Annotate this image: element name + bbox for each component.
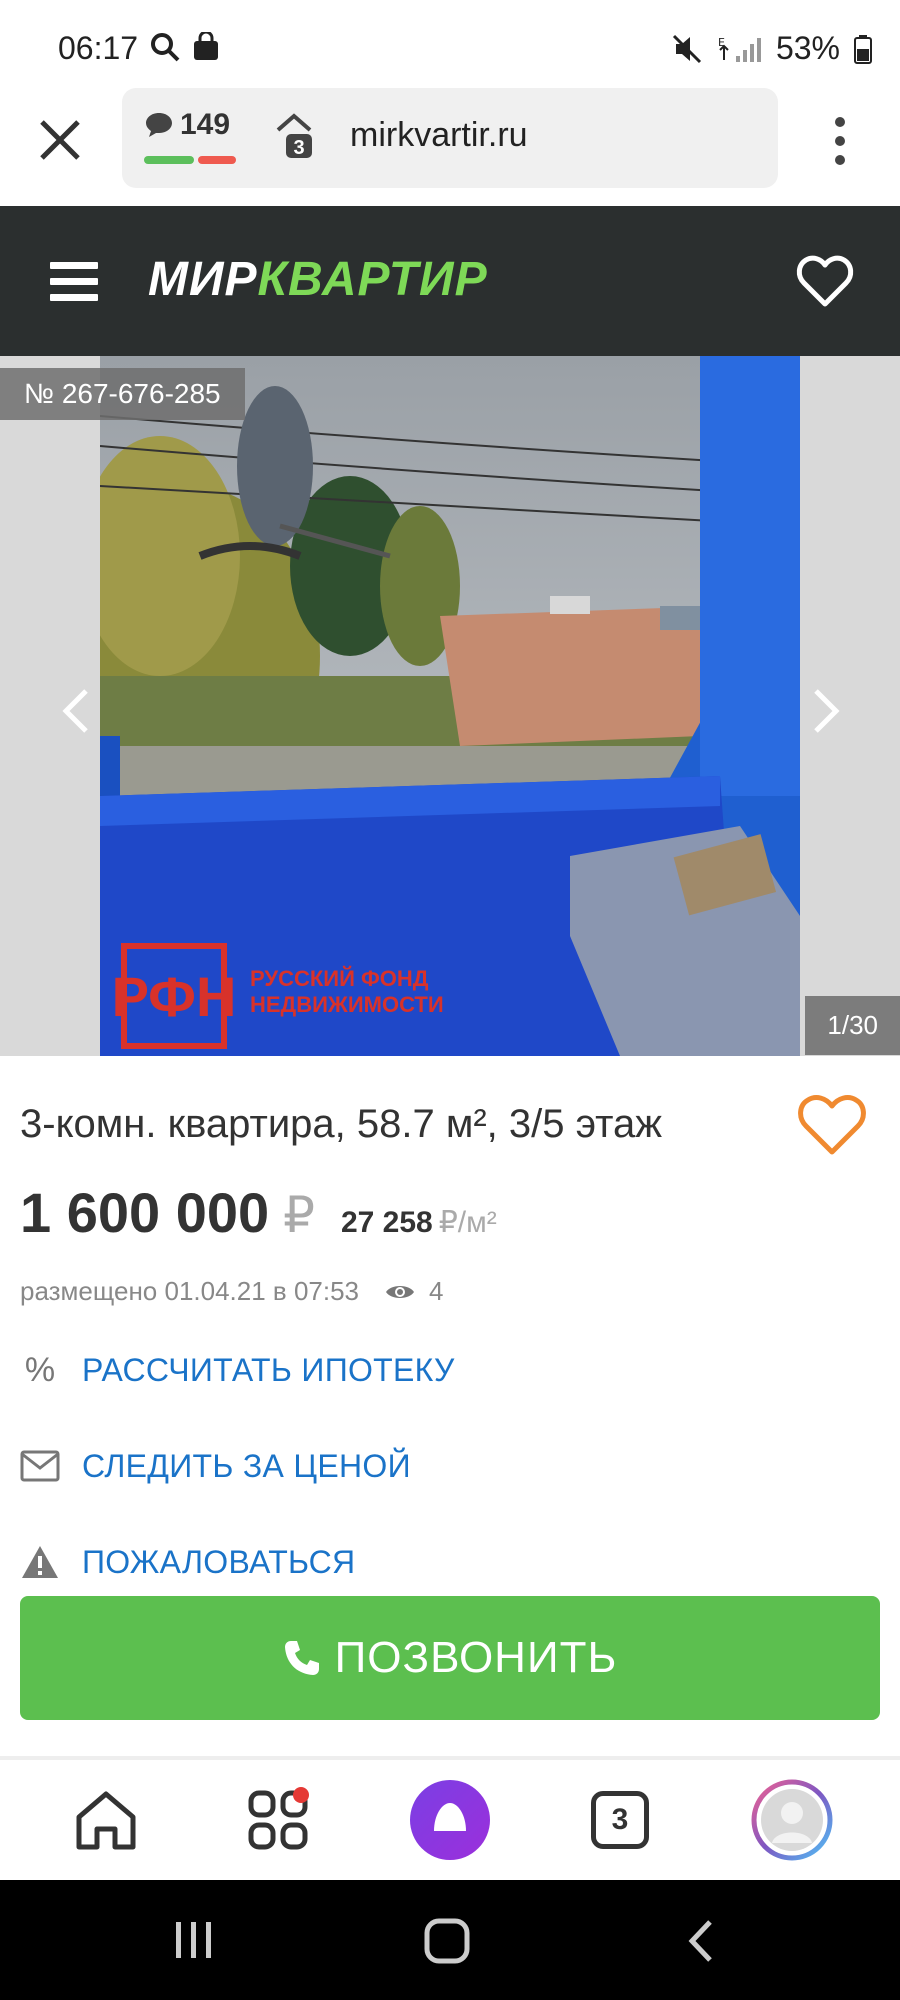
- favorite-heart-icon[interactable]: [796, 1092, 868, 1158]
- tabs-icon: 3: [591, 1791, 649, 1849]
- apps-icon: [248, 1787, 309, 1850]
- svg-text:РУССКИЙ ФОНД: РУССКИЙ ФОНД: [250, 966, 429, 991]
- menu-icon[interactable]: [50, 262, 100, 302]
- report-link[interactable]: ПОЖАЛОВАТЬСЯ: [20, 1542, 355, 1582]
- listing-photo[interactable]: РФН РУССКИЙ ФОНД НЕДВИЖИМОСТИ: [100, 356, 800, 1056]
- price-per-m-unit: ₽/м²: [438, 1206, 497, 1239]
- posted-info: размещено 01.04.21 в 07:53 4: [20, 1276, 443, 1307]
- status-time: 06:17: [58, 30, 139, 66]
- currency: ₽: [283, 1187, 315, 1243]
- listing-title: 3-комн. квартира, 58.7 м², 3/5 этаж: [20, 1102, 663, 1146]
- price-row: 1 600 000 ₽ 27 258 ₽/м²: [20, 1180, 497, 1245]
- nav-alice[interactable]: [408, 1778, 492, 1862]
- listing-id: № 267-676-285: [0, 368, 245, 420]
- svg-text:РФН: РФН: [112, 965, 237, 1028]
- more-icon[interactable]: [828, 116, 852, 166]
- comments-count: 149: [180, 108, 231, 141]
- phone-icon: [284, 1641, 319, 1675]
- call-label: ПОЗВОНИТЬ: [334, 1633, 618, 1682]
- percent-icon: %: [24, 1350, 56, 1389]
- close-icon[interactable]: [36, 116, 84, 164]
- status-bar: 06:17 E 53%: [0, 0, 900, 88]
- price: 1 600 000: [20, 1181, 270, 1244]
- warning-icon: [22, 1546, 58, 1578]
- price-per-m: 27 258: [340, 1206, 433, 1239]
- mail-icon: [20, 1450, 60, 1482]
- nav-profile[interactable]: [750, 1778, 834, 1862]
- posted-date: размещено 01.04.21 в 07:53: [20, 1276, 360, 1306]
- nav-home[interactable]: [64, 1778, 148, 1862]
- chat-icon: [146, 113, 172, 137]
- home-icon: [76, 1791, 136, 1850]
- url-text[interactable]: mirkvartir.ru: [350, 116, 528, 155]
- profile-icon: [751, 1779, 833, 1861]
- tabs-badge: 3: [293, 137, 304, 159]
- photo-gallery[interactable]: РФН РУССКИЙ ФОНД НЕДВИЖИМОСТИ № 267-676-…: [0, 356, 900, 1056]
- heart-icon[interactable]: [796, 254, 854, 308]
- logo-part2: КВАРТИР: [257, 253, 488, 306]
- shield-icon[interactable]: 3: [272, 112, 316, 162]
- system-nav-bar: [0, 1880, 900, 2000]
- rating-bar: [144, 156, 236, 164]
- signal-icon: E: [718, 36, 761, 62]
- address-bar[interactable]: 149 3 mirkvartir.ru: [122, 88, 778, 188]
- chevron-left-icon[interactable]: [56, 686, 96, 736]
- call-button[interactable]: ПОЗВОНИТЬ: [20, 1596, 880, 1720]
- track-price-link[interactable]: СЛЕДИТЬ ЗА ЦЕНОЙ: [20, 1446, 411, 1486]
- browser-bar: 149 3 mirkvartir.ru: [0, 88, 900, 206]
- search-icon: [151, 33, 180, 62]
- home-system-icon[interactable]: [424, 1918, 470, 1964]
- bag-icon: [194, 32, 218, 60]
- battery-percent: 53%: [775, 30, 840, 66]
- site-header: МИРКВАРТИР: [0, 206, 900, 356]
- views-count: 4: [429, 1276, 444, 1306]
- mortgage-link[interactable]: % РАССЧИТАТЬ ИПОТЕКУ: [20, 1350, 455, 1390]
- report-label[interactable]: ПОЖАЛОВАТЬСЯ: [82, 1544, 355, 1581]
- photo-counter: 1/30: [805, 996, 900, 1055]
- bottom-nav: 3: [0, 1760, 900, 1880]
- svg-text:НЕДВИЖИМОСТИ: НЕДВИЖИМОСТИ: [250, 992, 444, 1017]
- comments-button[interactable]: 149: [144, 108, 230, 142]
- battery-icon: [854, 34, 872, 64]
- chevron-right-icon[interactable]: [806, 686, 846, 736]
- back-icon[interactable]: [686, 1918, 716, 1964]
- site-logo[interactable]: МИРКВАРТИР: [148, 252, 488, 307]
- logo-part1: МИР: [148, 253, 258, 306]
- nav-tabs[interactable]: 3: [578, 1778, 662, 1862]
- alice-icon: [410, 1780, 490, 1860]
- eye-icon: [386, 1285, 415, 1298]
- mortgage-label[interactable]: РАССЧИТАТЬ ИПОТЕКУ: [82, 1352, 455, 1389]
- track-price-label[interactable]: СЛЕДИТЬ ЗА ЦЕНОЙ: [82, 1448, 411, 1485]
- mute-icon: [672, 34, 702, 63]
- recents-icon[interactable]: [172, 1918, 216, 1962]
- nav-apps[interactable]: [236, 1778, 320, 1862]
